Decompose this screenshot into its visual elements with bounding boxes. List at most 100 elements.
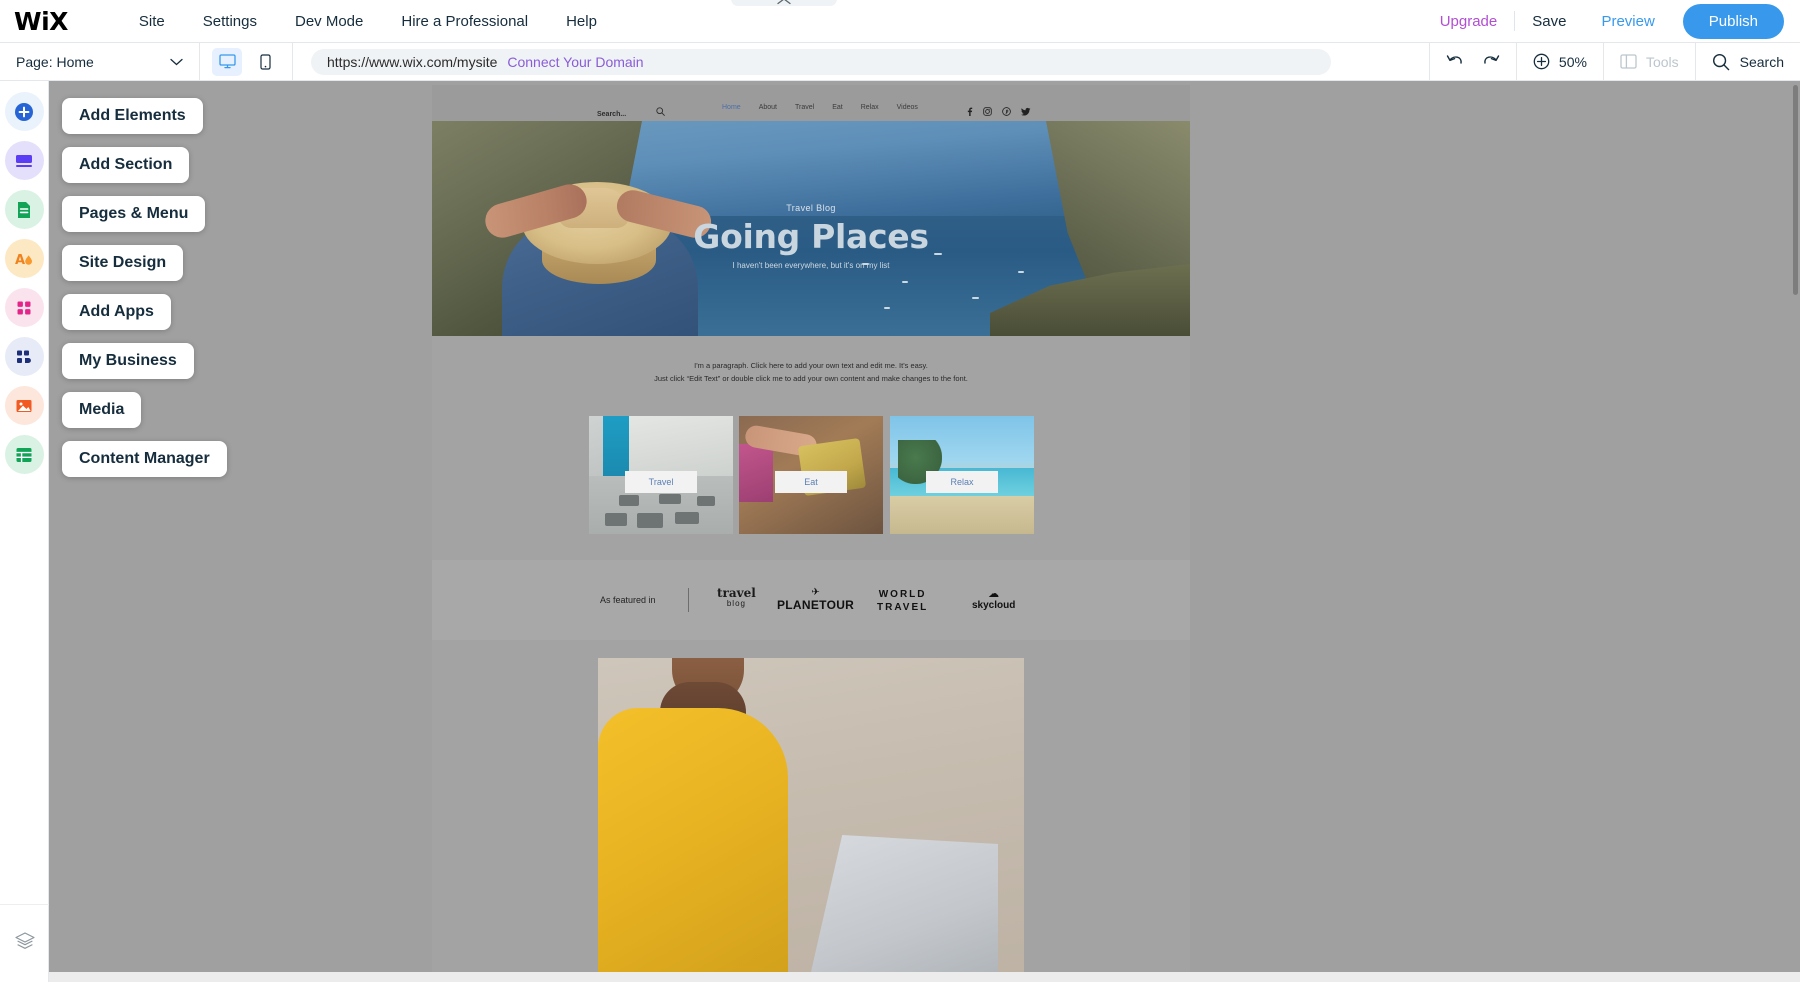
site-card-relax-button[interactable]: Relax	[926, 471, 998, 493]
rail-slot: A	[0, 234, 48, 283]
chevron-down-icon	[170, 53, 183, 71]
site-preview[interactable]: Search... Home About Travel Eat Relax Vi…	[432, 85, 1190, 982]
apps-grid-icon	[12, 296, 36, 320]
hero-boat	[884, 307, 890, 309]
instagram-icon[interactable]	[983, 103, 992, 121]
rail-add-elements[interactable]	[5, 92, 44, 131]
menu-site[interactable]: Site	[120, 13, 184, 30]
search-icon	[1712, 53, 1730, 71]
site-nav-relax[interactable]: Relax	[861, 104, 879, 111]
card-stone	[697, 496, 715, 506]
card-stone	[675, 512, 699, 524]
logo-world-travel: WORLD TRAVEL	[877, 589, 928, 614]
desktop-view-button[interactable]	[212, 48, 242, 76]
tools-button[interactable]: Tools	[1603, 43, 1695, 81]
canvas-scroll-thumb[interactable]	[1793, 85, 1798, 295]
plus-circle-icon	[12, 100, 36, 124]
menu-help[interactable]: Help	[547, 13, 616, 30]
rail-content-manager[interactable]	[5, 435, 44, 474]
zoom-controls[interactable]: 50%	[1516, 43, 1603, 81]
mobile-view-button[interactable]	[250, 48, 280, 76]
database-table-icon	[12, 443, 36, 467]
viewport-toggle	[200, 43, 293, 81]
page-selector[interactable]: Page: Home	[0, 43, 200, 81]
site-nav-home[interactable]: Home	[722, 104, 741, 111]
panel-add-section[interactable]: Add Section	[62, 147, 189, 183]
rail-pages-menu[interactable]	[5, 190, 44, 229]
site-search-placeholder: Search...	[597, 111, 626, 118]
section-icon	[12, 149, 36, 173]
tools-label: Tools	[1646, 54, 1679, 70]
zoom-level-label: 50%	[1559, 54, 1587, 70]
editor-toolbar: Page: Home https://www.wix.com/mysite Co…	[0, 43, 1800, 81]
site-nav-videos[interactable]: Videos	[897, 104, 918, 111]
menu-settings[interactable]: Settings	[184, 13, 276, 30]
rail-slot	[0, 136, 48, 185]
panel-pages-menu[interactable]: Pages & Menu	[62, 196, 205, 232]
panel-add-elements[interactable]: Add Elements	[62, 98, 203, 134]
rail-media[interactable]	[5, 386, 44, 425]
featured-label: As featured in	[600, 595, 656, 605]
cloud-icon: ☁	[972, 590, 1015, 600]
business-puzzle-icon	[12, 345, 36, 369]
wix-logo[interactable]: WiX	[14, 7, 68, 36]
panel-site-design[interactable]: Site Design	[62, 245, 183, 281]
logo-travel-blog: travel blog	[717, 587, 756, 608]
site-url-text: https://www.wix.com/mysite	[327, 54, 497, 70]
editor-canvas[interactable]: Search... Home About Travel Eat Relax Vi…	[49, 81, 1800, 982]
menu-dev-mode[interactable]: Dev Mode	[276, 13, 382, 30]
panel-content-manager[interactable]: Content Manager	[62, 441, 227, 477]
logo-travel-blog-line2: blog	[717, 600, 756, 608]
undo-button[interactable]	[1446, 53, 1465, 70]
site-nav-eat[interactable]: Eat	[832, 104, 843, 111]
logo-world-travel-line2: TRAVEL	[877, 602, 928, 615]
search-button[interactable]: Search	[1695, 43, 1800, 81]
site-card-eat-button[interactable]: Eat	[775, 471, 847, 493]
site-url-bar[interactable]: https://www.wix.com/mysite Connect Your …	[311, 49, 1331, 75]
site-search-icon[interactable]	[656, 103, 665, 121]
logo-skycloud-line1: skycloud	[972, 600, 1015, 611]
logo-planetour-line2: TOUR	[819, 598, 854, 612]
site-bottom-photo[interactable]	[598, 658, 1024, 982]
rail-add-section[interactable]	[5, 141, 44, 180]
hero-title: Going Places	[432, 217, 1190, 256]
site-nav-about[interactable]: About	[759, 104, 777, 111]
twitter-icon[interactable]	[1021, 103, 1031, 121]
rail-site-design[interactable]: A	[5, 239, 44, 278]
facebook-icon[interactable]	[966, 103, 973, 121]
rail-my-business[interactable]	[5, 337, 44, 376]
rail-add-apps[interactable]	[5, 288, 44, 327]
site-featured-strip: As featured in travel blog ✈ PLANETOUR W…	[432, 560, 1190, 640]
pinterest-icon[interactable]	[1002, 103, 1011, 121]
design-paint-icon: A	[12, 247, 36, 271]
history-controls	[1429, 43, 1516, 81]
connect-domain-link[interactable]: Connect Your Domain	[507, 54, 643, 70]
publish-button[interactable]: Publish	[1683, 4, 1784, 39]
site-nav-links: Home About Travel Eat Relax Videos	[722, 104, 918, 111]
photo-sweater	[598, 708, 788, 982]
site-hero: Travel Blog Going Places I haven't been …	[432, 121, 1190, 336]
site-paragraph-line-2: Just click “Edit Text” or double click m…	[654, 374, 968, 383]
menu-hire-professional[interactable]: Hire a Professional	[382, 13, 547, 30]
save-button[interactable]: Save	[1532, 13, 1566, 30]
redo-button[interactable]	[1481, 53, 1500, 70]
canvas-scrollbar[interactable]	[1792, 81, 1800, 982]
site-nav-travel[interactable]: Travel	[795, 104, 814, 111]
featured-divider	[688, 588, 689, 612]
mobile-icon	[260, 54, 271, 70]
logo-skycloud: ☁ skycloud	[972, 590, 1015, 611]
rail-slot	[0, 283, 48, 332]
card-sand	[890, 496, 1034, 534]
panel-my-business[interactable]: My Business	[62, 343, 194, 379]
upgrade-link[interactable]: Upgrade	[1440, 13, 1498, 30]
zoom-in-icon[interactable]	[1533, 53, 1550, 70]
preview-button[interactable]: Preview	[1601, 13, 1654, 30]
card-stone	[637, 513, 663, 528]
panel-add-apps[interactable]: Add Apps	[62, 294, 171, 330]
site-card-travel-button[interactable]: Travel	[625, 471, 697, 493]
layers-icon[interactable]	[14, 930, 36, 957]
collapse-tab-handle[interactable]	[731, 0, 837, 6]
panel-media[interactable]: Media	[62, 392, 141, 428]
card-stone	[619, 495, 639, 506]
hero-boat	[972, 297, 979, 299]
